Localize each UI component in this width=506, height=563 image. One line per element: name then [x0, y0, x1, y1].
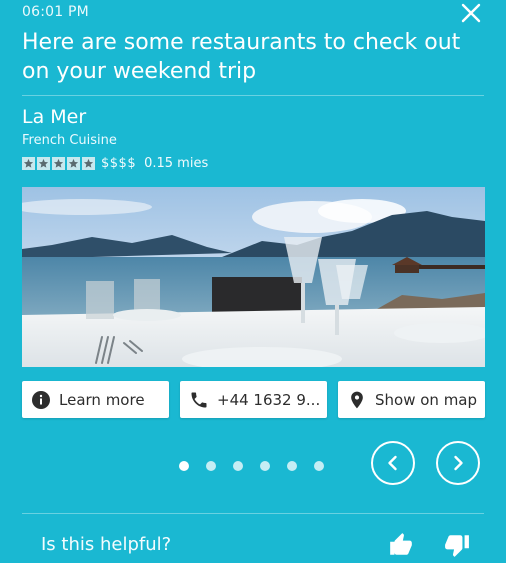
- chevron-left-icon: [388, 455, 397, 471]
- restaurant-photo[interactable]: [22, 187, 485, 367]
- divider: [22, 95, 484, 96]
- page-dot[interactable]: [287, 461, 297, 471]
- star-icon: [67, 156, 80, 170]
- status-time: 06:01 PM: [22, 4, 89, 20]
- close-icon: [461, 3, 481, 23]
- action-row: Learn more +44 1632 9... Show on map: [22, 381, 485, 419]
- show-on-map-label: Show on map: [375, 390, 478, 409]
- restaurant-name: La Mer: [22, 106, 87, 128]
- page-dot[interactable]: [260, 461, 270, 471]
- page-dot[interactable]: [314, 461, 324, 471]
- restaurant-cuisine: French Cuisine: [22, 133, 117, 148]
- close-button[interactable]: [460, 2, 482, 24]
- learn-more-label: Learn more: [59, 390, 145, 409]
- thumbs-up-icon: [390, 533, 412, 555]
- page-dot[interactable]: [233, 461, 243, 471]
- feedback-question: Is this helpful?: [41, 534, 172, 555]
- thumbs-up-button[interactable]: [387, 532, 415, 558]
- star-icon: [37, 156, 50, 170]
- show-on-map-button[interactable]: Show on map: [338, 381, 485, 418]
- info-icon: [31, 390, 51, 410]
- star-icon: [82, 156, 95, 170]
- page-dot[interactable]: [206, 461, 216, 471]
- thumbs-down-icon: [445, 535, 469, 557]
- distance: 0.15 mies: [144, 155, 209, 171]
- restaurant-photo-image: [22, 187, 485, 367]
- next-button[interactable]: [436, 441, 480, 485]
- star-icon: [52, 156, 65, 170]
- page-indicator: [179, 461, 324, 471]
- phone-button[interactable]: +44 1632 9...: [180, 381, 327, 418]
- phone-icon: [189, 390, 209, 410]
- learn-more-button[interactable]: Learn more: [22, 381, 169, 418]
- page-dot[interactable]: [179, 461, 189, 471]
- divider: [22, 513, 484, 514]
- star-icon: [22, 156, 35, 170]
- map-pin-icon: [347, 390, 367, 410]
- thumbs-down-button[interactable]: [443, 532, 471, 558]
- headline: Here are some restaurants to check out o…: [22, 30, 461, 84]
- previous-button[interactable]: [371, 441, 415, 485]
- rating-row: $$$$ 0.15 mies: [22, 155, 208, 171]
- phone-label: +44 1632 9...: [217, 390, 321, 409]
- star-rating: [22, 156, 95, 170]
- chevron-right-icon: [454, 455, 463, 471]
- price-level: $$$$: [101, 155, 137, 171]
